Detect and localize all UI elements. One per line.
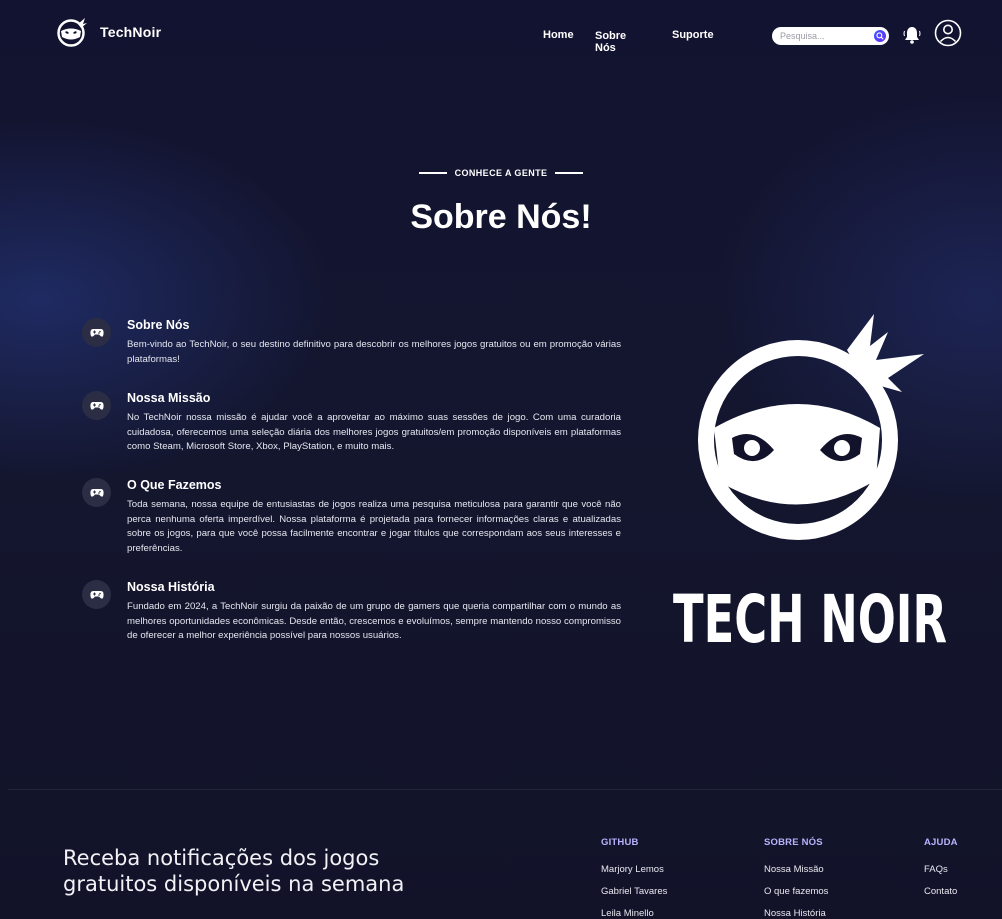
footer-divider — [8, 789, 1002, 790]
page-title: Sobre Nós! — [410, 198, 592, 236]
brand-name: TechNoir — [100, 24, 162, 40]
footer-link[interactable]: Nossa Missão — [764, 864, 828, 875]
footer-link[interactable]: Nossa História — [764, 908, 828, 919]
nav-support-link[interactable]: Suporte — [672, 29, 714, 41]
gamepad-icon — [82, 318, 111, 347]
footer-column-title: AJUDA — [924, 837, 958, 848]
section-body: Bem-vindo ao TechNoir, o seu destino def… — [127, 339, 621, 365]
footer-column-about: SOBRE NÓS Nossa Missão O que fazemos Nos… — [764, 837, 828, 919]
history-section: Nossa História Fundado em 2024, a TechNo… — [82, 580, 622, 665]
user-profile-icon[interactable] — [934, 19, 962, 47]
eyebrow-text: CONHECE A GENTE — [454, 168, 548, 178]
brand-logo[interactable]: TechNoir — [56, 16, 161, 48]
section-title: Sobre Nós — [127, 318, 190, 332]
nav-home-link[interactable]: Home — [543, 29, 574, 41]
section-title: Nossa História — [127, 580, 215, 594]
nav-about-link[interactable]: Sobre Nós — [595, 30, 626, 54]
search-button[interactable] — [874, 30, 886, 42]
section-eyebrow: CONHECE A GENTE — [0, 168, 1002, 178]
logo-wordmark: TECH NOIR — [673, 581, 947, 650]
newsletter-cta: Receba notificações dos jogos gratuitos … — [63, 846, 405, 896]
section-title: Nossa Missão — [127, 391, 211, 405]
section-body: No TechNoir nossa missão é ajudar você a… — [127, 412, 621, 453]
search-input[interactable] — [780, 31, 866, 41]
footer-link[interactable]: FAQs — [924, 864, 958, 875]
footer-column-help: AJUDA FAQs Contato — [924, 837, 958, 908]
technoir-large-logo: TECH NOIR — [673, 314, 947, 650]
what-we-do-section: O Que Fazemos Toda semana, nossa equipe … — [82, 478, 622, 563]
footer-column-title: SOBRE NÓS — [764, 837, 823, 848]
footer-link[interactable]: Contato — [924, 886, 958, 897]
top-navbar: TechNoir Home Sobre Nós Suporte — [0, 0, 1002, 70]
gamepad-icon — [82, 391, 111, 420]
ninja-logo-icon — [57, 18, 87, 47]
footer-link[interactable]: Leila Minello — [601, 908, 667, 919]
bell-icon[interactable] — [902, 25, 922, 45]
search-icon — [876, 32, 884, 40]
section-title: O Que Fazemos — [127, 478, 222, 492]
section-body: Fundado em 2024, a TechNoir surgiu da pa… — [127, 601, 621, 642]
footer-link[interactable]: Gabriel Tavares — [601, 886, 667, 897]
about-page: TechNoir Home Sobre Nós Suporte Pesquisa… — [0, 0, 1002, 919]
footer-column-title: GITHUB — [601, 837, 639, 848]
eyebrow-line-left — [418, 172, 447, 174]
gamepad-icon — [82, 478, 111, 507]
footer-column-github: GITHUB Marjory Lemos Gabriel Tavares Lei… — [601, 837, 667, 919]
footer-link[interactable]: Marjory Lemos — [601, 864, 667, 875]
about-section: Sobre Nós Bem-vindo ao TechNoir, o seu d… — [82, 318, 622, 378]
gamepad-icon — [82, 580, 111, 609]
section-body: Toda semana, nossa equipe de entusiastas… — [127, 499, 621, 554]
footer-link[interactable]: O que fazemos — [764, 886, 828, 897]
eyebrow-line-right — [555, 172, 584, 174]
mission-section: Nossa Missão No TechNoir nossa missão é … — [82, 391, 622, 461]
search-bar — [772, 27, 889, 45]
